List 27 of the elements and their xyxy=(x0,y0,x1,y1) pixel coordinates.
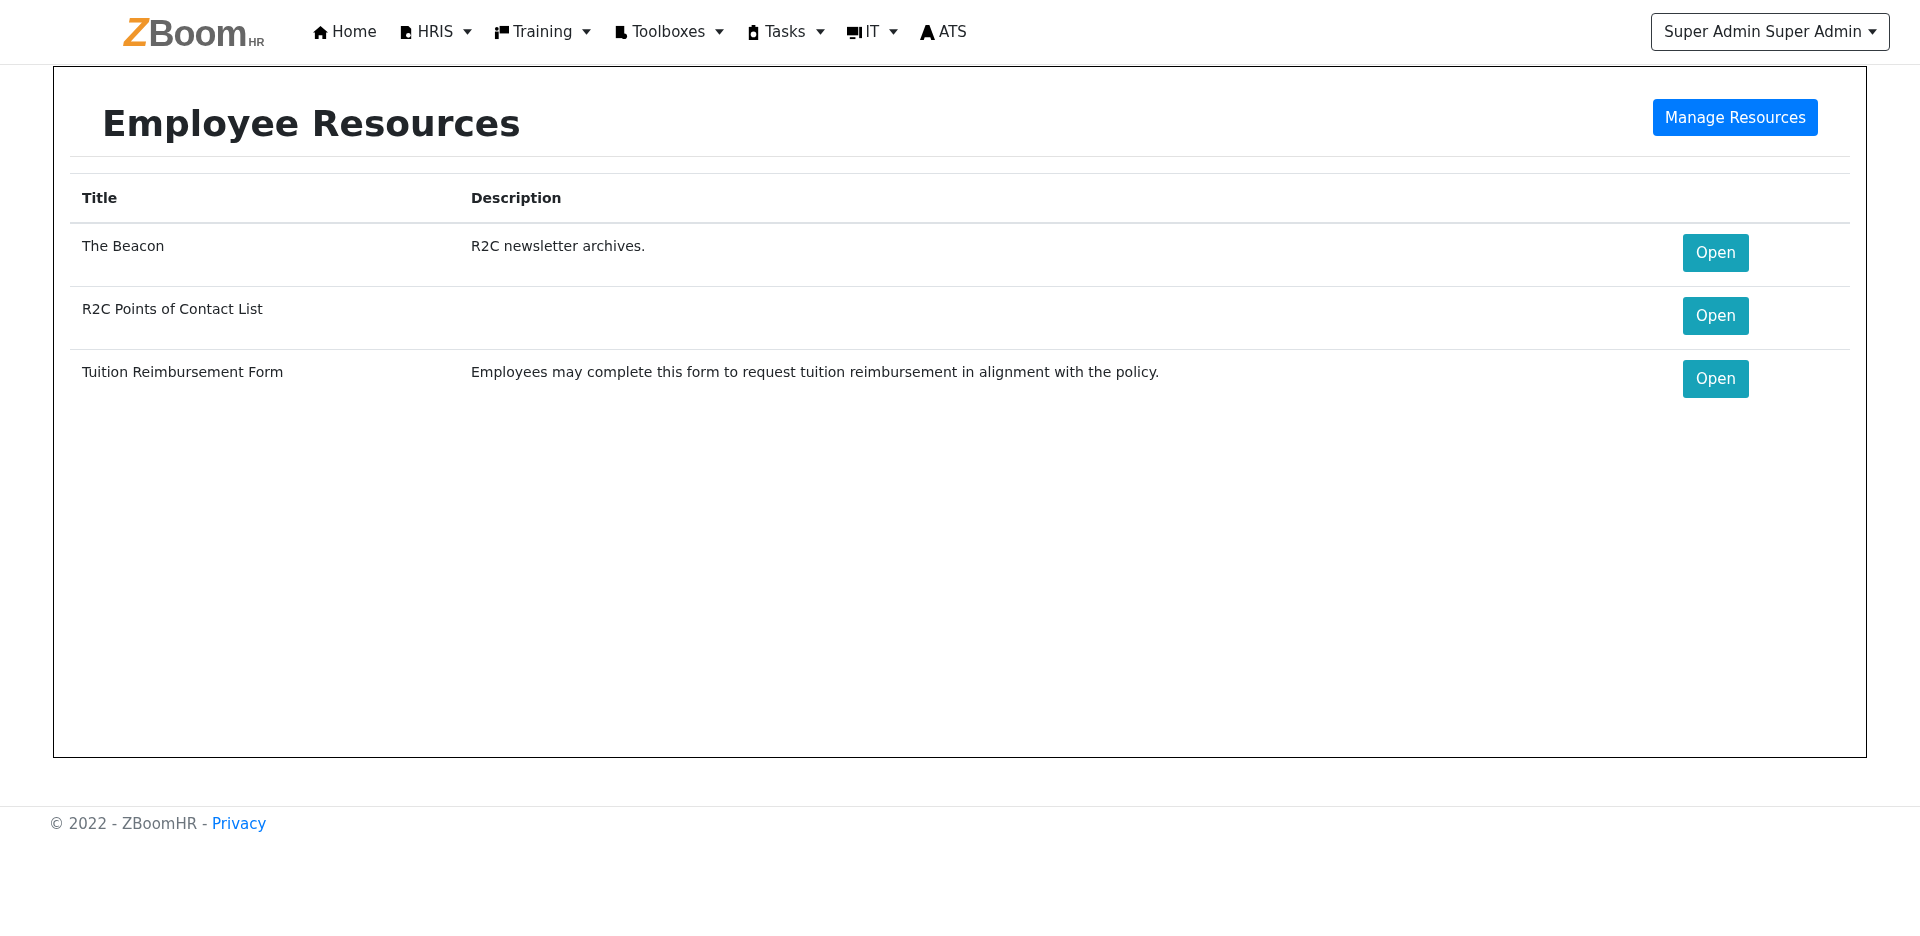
column-header: Description xyxy=(471,190,562,206)
privacy-link[interactable]: Privacy xyxy=(212,815,267,833)
nav-link[interactable]: Training xyxy=(483,23,603,41)
nav-link[interactable]: ATS xyxy=(909,23,978,41)
nav-link[interactable]: IT xyxy=(835,23,910,41)
nav-link[interactable]: HRIS xyxy=(387,23,484,41)
resource-description: R2C newsletter archives. xyxy=(471,238,646,254)
document-icon xyxy=(398,24,414,40)
user-menu-button[interactable]: Super Admin Super Admin xyxy=(1651,13,1890,51)
resource-description: Employees may complete this form to request tuition reimbursement in alignment with the policy. xyxy=(471,364,1160,380)
resource-title: R2C Points of Contact List xyxy=(82,301,263,317)
resource-title: Tuition Reimbursement Form xyxy=(82,364,284,380)
nav-link[interactable]: Tasks xyxy=(735,23,836,41)
nav-link[interactable]: Home xyxy=(302,23,388,41)
caret-icon xyxy=(1868,29,1877,35)
house-icon xyxy=(313,24,329,40)
manage-resources-button[interactable]: Manage Resources xyxy=(1653,99,1818,136)
toolbox-icon xyxy=(613,24,629,40)
letter-a-icon xyxy=(920,24,936,40)
computer-icon xyxy=(846,24,862,40)
brand-logo[interactable]: ZBoom HR xyxy=(124,9,265,55)
page-title: Employee Resources xyxy=(102,103,521,144)
footer-text: © 2022 - ZBoomHR - Privacy xyxy=(49,815,268,833)
column-header: Title xyxy=(82,190,118,206)
resource-title: The Beacon xyxy=(82,238,165,254)
nav-link[interactable]: Toolboxes xyxy=(602,23,736,41)
presenter-icon xyxy=(494,24,510,40)
